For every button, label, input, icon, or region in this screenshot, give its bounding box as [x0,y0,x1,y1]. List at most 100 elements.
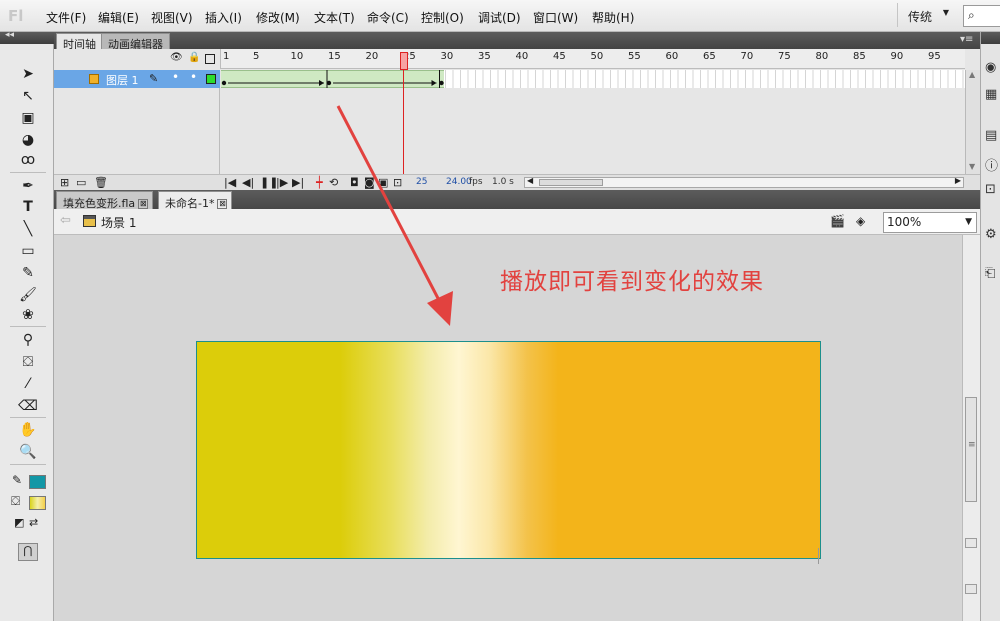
eraser-tool-icon[interactable]: ⌫ [17,396,39,416]
timeline-scrollbar[interactable]: ▲ ▼ [965,70,980,174]
center-frame-icon[interactable]: ┿ [316,176,323,189]
goto-first-icon[interactable]: |◀ [224,176,236,189]
info-panel-icon[interactable]: ⓘ [985,155,1000,174]
onion-skin-icon[interactable]: ◘ [350,176,359,189]
components-panel-icon[interactable]: ⚙ [985,227,1000,243]
menu-file[interactable]: 文件(F) [46,9,86,26]
scroll-button[interactable] [965,584,977,594]
gradient-rectangle[interactable] [196,341,821,559]
color-panel-icon[interactable]: ◉ [985,60,1000,76]
pencil-tool-icon[interactable]: ✎ [17,263,39,283]
menu-insert[interactable]: 插入(I) [205,9,242,26]
loop-icon[interactable]: ⟲ [329,176,338,189]
outline-icon[interactable] [205,54,215,64]
layer-row[interactable]: 图层 1 ✎ • • [54,70,220,88]
new-folder-icon[interactable]: ▭ [76,176,86,189]
swatches-panel-icon[interactable]: ▦ [985,87,1000,103]
menu-window[interactable]: 窗口(W) [533,9,578,26]
scrollbar-thumb[interactable] [539,179,603,186]
subselection-tool-icon[interactable]: ↖ [17,86,39,106]
stroke-color-swatch[interactable] [29,475,46,489]
hand-tool-icon[interactable]: ✋ [17,420,39,440]
stage-scrollbar[interactable]: ≡ [962,235,980,621]
default-colors-icon[interactable]: ◩ [14,516,24,529]
new-layer-icon[interactable]: ⊞ [60,176,69,189]
snap-to-objects-icon[interactable]: ⋂ [18,543,38,561]
brush-tool-icon[interactable]: 🖌 [17,285,39,305]
right-panel-header[interactable] [981,32,1000,44]
scroll-button[interactable] [965,538,977,548]
close-icon[interactable]: ⊠ [138,199,149,209]
annotation-text: 播放即可看到变化的效果 [500,269,764,295]
transform-panel-icon[interactable]: ⊡ [985,182,1000,198]
scroll-up-icon[interactable]: ▲ [969,70,975,79]
tools-panel-header[interactable]: ◂◂ [0,30,54,44]
frame-rate[interactable]: 24.00 [446,177,472,187]
delete-layer-icon[interactable]: 🗑 [94,176,108,189]
panel-menu-icon[interactable]: ▾≡ [960,34,973,45]
step-forward-icon[interactable]: |▶ [276,176,288,189]
document-tab-active[interactable]: 未命名-1* ⊠ [158,191,233,210]
timeline-horizontal-scrollbar[interactable]: ◀ ▶ [524,176,964,188]
menu-modify[interactable]: 修改(M) [256,9,300,26]
close-icon[interactable]: ⊠ [217,199,228,209]
menu-text[interactable]: 文本(T) [314,9,355,26]
app-logo: Fl [8,7,24,25]
tab-timeline[interactable]: 时间轴 [56,33,103,51]
keyframe-dot[interactable] [221,80,227,86]
menu-view[interactable]: 视图(V) [151,9,193,26]
menu-help[interactable]: 帮助(H) [592,9,634,26]
library-panel-icon[interactable]: ⎗ [985,266,1000,282]
bone-tool-icon[interactable]: ⚲ [17,330,39,350]
free-transform-tool-icon[interactable]: ▣ [17,108,39,128]
scroll-left-icon[interactable]: ◀ [527,176,533,185]
ruler-label: 20 [365,51,379,62]
paint-bucket-tool-icon[interactable]: ⛋ [17,352,39,372]
edit-symbols-icon[interactable]: ◈ [856,214,876,230]
lasso-tool-icon[interactable]: ꝏ [17,150,39,170]
menu-debug[interactable]: 调试(D) [478,9,521,26]
scrollbar-thumb[interactable]: ≡ [965,397,977,502]
eye-icon[interactable]: 👁 [170,52,183,63]
3d-rotation-tool-icon[interactable]: ◕ [17,130,39,150]
eyedropper-tool-icon[interactable]: ⁄ [17,374,39,394]
text-tool-icon[interactable]: T [17,197,39,217]
edit-multiple-frames-icon[interactable]: ▣ [378,176,388,189]
menu-commands[interactable]: 命令(C) [367,9,409,26]
onion-markers-icon[interactable]: ⊡ [393,176,402,189]
zoom-tool-icon[interactable]: 🔍 [17,442,39,462]
lock-dot[interactable]: • [190,70,197,84]
zoom-select[interactable]: 100% ▼ [883,212,977,233]
deco-tool-icon[interactable]: ❀ [17,305,39,325]
selection-tool-icon[interactable]: ➤ [17,64,39,84]
scroll-right-icon[interactable]: ▶ [955,176,961,185]
scene-label[interactable]: 场景 1 [101,214,136,231]
scroll-down-icon[interactable]: ▼ [969,162,975,171]
layer-name[interactable]: 图层 1 [106,72,139,88]
swap-colors-icon[interactable]: ⇄ [29,516,38,529]
menu-control[interactable]: 控制(O) [421,9,464,26]
rectangle-tool-icon[interactable]: ▭ [17,241,39,261]
pen-tool-icon[interactable]: ✒ [17,176,39,196]
menu-edit[interactable]: 编辑(E) [98,9,139,26]
edit-scene-icon[interactable]: 🎬 [830,214,850,230]
collapse-icon[interactable]: ◂◂ [5,30,14,40]
goto-last-icon[interactable]: ▶| [292,176,304,189]
lock-icon[interactable]: 🔒 [188,52,200,63]
step-back-icon[interactable]: ◀| [242,176,254,189]
visibility-dot[interactable]: • [172,70,179,84]
onion-outline-icon[interactable]: ◙ [364,176,375,189]
current-frame[interactable]: 25 [416,177,427,187]
right-panel-strip: ◉ ▦ ▤ ⓘ ⊡ ⚙ ⎗ [980,32,1000,621]
document-tab[interactable]: 填充色变形.fla ⊠ [56,191,154,210]
fill-color-swatch[interactable] [29,496,46,510]
tab-motion-editor[interactable]: 动画编辑器 [101,33,170,51]
outline-color-box[interactable] [206,74,216,84]
back-arrow-icon[interactable]: ⇦ [60,213,71,228]
workspace-switcher[interactable]: 传统 ▼ [897,3,955,27]
frame-ruler[interactable]: 1 5 10 15 20 25 30 35 40 45 50 55 60 65 70 75 80 85 90 95 [220,49,965,69]
playhead[interactable] [400,52,408,70]
search-input[interactable]: ⌕ [963,5,1000,27]
line-tool-icon[interactable]: ╲ [17,219,39,239]
align-panel-icon[interactable]: ▤ [985,128,1000,144]
